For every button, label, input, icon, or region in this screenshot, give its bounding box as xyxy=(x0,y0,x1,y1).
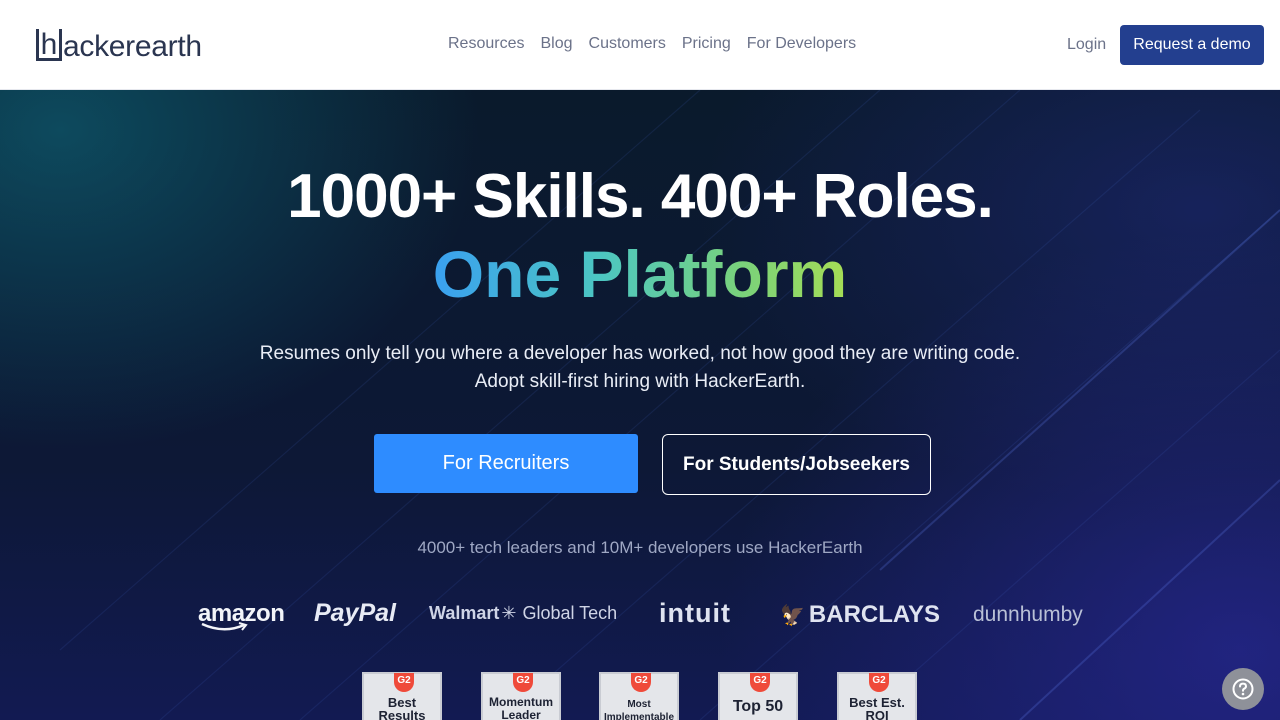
badge-text: Top 50 xyxy=(732,698,784,715)
for-recruiters-button[interactable]: For Recruiters xyxy=(374,434,638,493)
client-logos: amazon PayPal Walmart ✳ Global Tech intuit… xyxy=(0,598,1280,638)
hero-title: 1000+ Skills. 400+ Roles. xyxy=(287,162,994,231)
intuit-logo: intuit xyxy=(659,598,731,628)
for-students-button[interactable]: For Students/Jobseekers xyxy=(662,434,931,495)
logo-wordmark: ackerearth xyxy=(63,30,202,63)
spark-icon: ✳ xyxy=(501,603,517,623)
hero-subtitle: Resumes only tell you where a developer … xyxy=(0,340,1280,396)
barclays-text: BARCLAYS xyxy=(808,601,941,628)
logo-initial: h xyxy=(40,28,58,61)
global-tech-text: Global Tech xyxy=(522,603,618,623)
paypal-logo: PayPal xyxy=(314,599,397,627)
g2-icon: G2 xyxy=(869,673,889,692)
g2-icon: G2 xyxy=(513,673,533,692)
badge-text: Best Results xyxy=(378,695,426,720)
logo-mark: h xyxy=(36,29,62,61)
barclays-logo: 🦅 BARCLAYS xyxy=(780,601,940,629)
g2-icon: G2 xyxy=(394,673,414,692)
site-header: h ackerearth Resources Blog Customers Pr… xyxy=(0,0,1280,90)
walmart-text: Walmart xyxy=(429,603,500,623)
walmart-global-tech-logo: Walmart ✳ Global Tech xyxy=(429,603,617,624)
eagle-icon: 🦅 xyxy=(780,605,805,627)
help-button[interactable] xyxy=(1222,668,1264,710)
g2-badges: G2 Best Results G2 Momentum Leader G2 Mo… xyxy=(0,672,1280,720)
request-demo-button[interactable]: Request a demo xyxy=(1120,25,1264,65)
g2-icon: G2 xyxy=(631,673,651,692)
nav-blog[interactable]: Blog xyxy=(540,34,572,54)
hero-section: 1000+ Skills. 400+ Roles. One Platform R… xyxy=(0,90,1280,720)
main-nav: Resources Blog Customers Pricing For Dev… xyxy=(448,34,856,54)
badge-text: Momentum Leader xyxy=(489,695,553,720)
nav-for-developers[interactable]: For Developers xyxy=(747,34,856,54)
question-circle-icon xyxy=(1232,678,1254,700)
gradient-text: One Platform xyxy=(432,237,848,311)
social-proof-tagline: 4000+ tech leaders and 10M+ developers u… xyxy=(417,538,863,557)
nav-customers[interactable]: Customers xyxy=(589,34,666,54)
nav-resources[interactable]: Resources xyxy=(448,34,524,54)
badge-top-50: G2 Top 50 xyxy=(718,672,798,720)
subtitle-line-2: Adopt skill-first hiring with HackerEart… xyxy=(474,371,806,392)
badge-best-results: G2 Best Results xyxy=(362,672,442,720)
subtitle-line-1: Resumes only tell you where a developer … xyxy=(259,343,1021,364)
g2-icon: G2 xyxy=(750,673,770,692)
hackerearth-logo[interactable]: h ackerearth xyxy=(36,29,202,63)
dunnhumby-logo: dunnhumby xyxy=(973,603,1083,626)
nav-pricing[interactable]: Pricing xyxy=(682,34,731,54)
hero-title-gradient: One Platform xyxy=(0,238,1280,310)
badge-most-implementable: G2 Most Implementable xyxy=(599,672,679,720)
amazon-smile-icon xyxy=(201,622,248,631)
badge-best-est-roi: G2 Best Est. ROI xyxy=(837,672,917,720)
login-link[interactable]: Login xyxy=(1067,35,1106,55)
badge-text: Best Est. ROI xyxy=(849,695,905,720)
badge-momentum-leader: G2 Momentum Leader xyxy=(481,672,561,720)
badge-text: Most Implementable xyxy=(603,699,675,720)
